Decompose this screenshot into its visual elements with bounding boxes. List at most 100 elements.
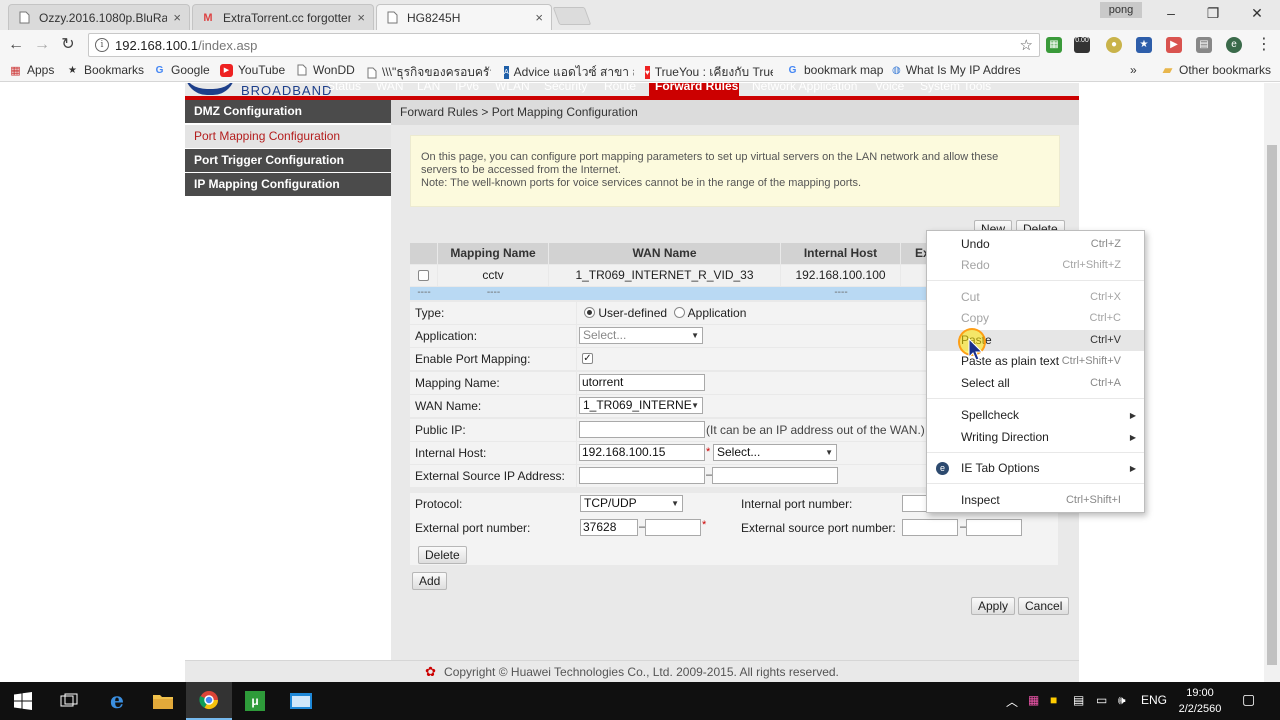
browser-tab[interactable]: Ozzy.2016.1080p.BluRay × <box>8 4 190 30</box>
task-view-icon[interactable] <box>46 682 92 720</box>
windows-start-icon[interactable] <box>0 682 46 720</box>
bookmark-map[interactable]: G bookmark map <box>786 63 884 77</box>
bookmark-advice[interactable]: A Advice แอดไวซ์ สาขา ส <box>504 63 634 82</box>
ext-source-port-start-input[interactable] <box>902 519 958 536</box>
close-icon[interactable]: × <box>357 10 365 25</box>
new-row-placeholder[interactable] <box>549 287 781 300</box>
menu-item-paste-plain[interactable]: Paste as plain text Ctrl+Shift+V <box>927 351 1144 372</box>
tray-app-icon[interactable]: ▤ <box>1073 693 1084 707</box>
ext-source-port-end-input[interactable] <box>966 519 1022 536</box>
app-window-icon[interactable] <box>278 682 324 720</box>
volume-icon[interactable]: 🕪 <box>1118 693 1126 708</box>
action-center-icon[interactable]: ▢ <box>1242 691 1255 708</box>
extension-icon[interactable]: ▶ <box>1166 37 1182 53</box>
menu-item-undo[interactable]: Undo Ctrl+Z <box>927 234 1144 255</box>
network-icon[interactable]: ▭ <box>1096 693 1107 707</box>
menu-item-redo[interactable]: Redo Ctrl+Shift+Z <box>927 255 1144 276</box>
input-language[interactable]: ENG <box>1141 693 1167 707</box>
info-icon[interactable]: i <box>95 38 109 52</box>
tray-notification-icon[interactable]: ■ <box>1050 693 1057 707</box>
back-arrow-icon[interactable]: ← <box>6 35 26 55</box>
extension-icon[interactable]: ▦ <box>1046 37 1062 53</box>
browser-tab[interactable]: M ExtraTorrent.cc forgotten × <box>192 4 374 30</box>
menu-item-cut[interactable]: Cut Ctrl+X <box>927 287 1144 308</box>
external-port-start-input[interactable]: 37628 <box>580 519 638 536</box>
menu-item-writing-direction[interactable]: Writing Direction ▶ <box>927 427 1144 448</box>
forward-arrow-icon[interactable]: → <box>32 35 52 55</box>
radio-application[interactable]: Application <box>674 306 746 320</box>
file-explorer-icon[interactable] <box>140 682 186 720</box>
add-port-button[interactable]: Add <box>412 572 448 590</box>
mapping-name-input[interactable]: utorrent <box>579 374 705 391</box>
topnav-wan[interactable]: WAN <box>376 83 404 93</box>
new-row-placeholder[interactable]: ---- <box>410 287 438 300</box>
cancel-button[interactable]: Cancel <box>1018 597 1070 615</box>
chrome-icon[interactable] <box>186 682 232 720</box>
address-bar[interactable]: i 192.168.100.1/index.asp ☆ <box>88 33 1040 57</box>
topnav-wlan[interactable]: WLAN <box>495 83 530 93</box>
new-row-placeholder[interactable]: ---- <box>438 287 549 300</box>
menu-item-select-all[interactable]: Select all Ctrl+A <box>927 373 1144 394</box>
bookmark-wondd[interactable]: WonDD <box>295 63 355 77</box>
public-ip-input[interactable] <box>579 421 705 438</box>
sidebar-item-dmz[interactable]: DMZ Configuration <box>185 100 391 123</box>
topnav-lan[interactable]: LAN <box>417 83 440 93</box>
menu-item-spellcheck[interactable]: Spellcheck ▶ <box>927 405 1144 426</box>
bookmark-what-is-my-ip[interactable]: ◍ What Is My IP Addres <box>892 63 1020 77</box>
extension-icon[interactable]: ● <box>1106 37 1122 53</box>
bookmark-google[interactable]: G Google <box>153 63 210 77</box>
internal-host-select[interactable]: Select... ▼ <box>713 444 837 461</box>
extension-icon[interactable]: ▤ <box>1196 37 1212 53</box>
extension-icon[interactable]: ★ <box>1136 37 1152 53</box>
topnav-forward-rules[interactable]: Forward Rules <box>655 83 738 93</box>
ext-source-ip-start-input[interactable] <box>579 467 705 484</box>
scrollbar-thumb[interactable] <box>1267 145 1277 665</box>
application-select[interactable]: Select... ▼ <box>579 327 703 344</box>
radio-button[interactable] <box>674 307 685 318</box>
minimize-icon[interactable]: – <box>1156 4 1186 22</box>
radio-user-defined[interactable]: User-defined <box>584 306 667 320</box>
topnav-system-tools[interactable]: System Tools <box>920 83 991 93</box>
bookmark-trueyou[interactable]: ♥ TrueYou : เคียงกับ True <box>645 63 773 82</box>
enable-checkbox[interactable]: ✓ <box>582 353 593 364</box>
sidebar-item-port-trigger[interactable]: Port Trigger Configuration <box>185 149 391 172</box>
bookmarks-overflow-icon[interactable]: » <box>1130 63 1137 77</box>
ext-source-ip-end-input[interactable] <box>712 467 838 484</box>
profile-button[interactable]: pong <box>1100 2 1142 18</box>
new-row-placeholder[interactable]: ---- <box>781 287 901 300</box>
close-icon[interactable]: × <box>173 10 181 25</box>
wan-name-select[interactable]: 1_TR069_INTERNE ▼ <box>579 397 703 414</box>
restore-icon[interactable]: ❐ <box>1198 4 1228 22</box>
topnav-network-application[interactable]: Network Application <box>752 83 857 93</box>
window-close-icon[interactable]: ✕ <box>1242 4 1272 22</box>
bookmark-apps[interactable]: ▦ Apps <box>9 63 54 77</box>
menu-item-copy[interactable]: Copy Ctrl+C <box>927 308 1144 329</box>
menu-item-inspect[interactable]: Inspect Ctrl+Shift+I <box>927 490 1144 511</box>
topnav-route[interactable]: Route <box>604 83 636 93</box>
menu-item-ie-tab-options[interactable]: e IE Tab Options ▶ <box>927 458 1144 479</box>
topnav-security[interactable]: Security <box>544 83 587 93</box>
topnav-status[interactable]: Status <box>327 83 361 93</box>
page-scrollbar[interactable] <box>1264 83 1280 682</box>
protocol-select[interactable]: TCP/UDP ▼ <box>580 495 683 512</box>
apply-button[interactable]: Apply <box>971 597 1016 615</box>
topnav-voice[interactable]: Voice <box>875 83 904 93</box>
topnav-ipv6[interactable]: IPv6 <box>455 83 479 93</box>
sidebar-item-ip-mapping[interactable]: IP Mapping Configuration <box>185 173 391 196</box>
checkbox[interactable] <box>418 270 429 282</box>
reload-icon[interactable]: ↻ <box>58 35 78 55</box>
tray-app-icon[interactable]: ▦ <box>1028 693 1039 707</box>
external-port-end-input[interactable] <box>645 519 701 536</box>
system-clock[interactable]: 19:00 2/2/2560 <box>1172 685 1228 717</box>
bookmark-star-icon[interactable]: ☆ <box>1020 36 1033 54</box>
utorrent-icon[interactable]: μ <box>232 682 278 720</box>
close-icon[interactable]: × <box>535 10 543 25</box>
edge-icon[interactable]: e <box>94 682 140 720</box>
extension-badge-icon[interactable]: 0.00 <box>1074 37 1090 53</box>
new-tab-button[interactable] <box>552 7 592 25</box>
show-hidden-icons-icon[interactable]: ︿ <box>1006 693 1018 710</box>
ie-tab-icon[interactable]: e <box>1226 37 1242 53</box>
menu-kebab-icon[interactable]: ⋮ <box>1254 35 1274 55</box>
bookmark-other[interactable]: ▰ Other bookmarks <box>1161 62 1272 77</box>
delete-port-button[interactable]: Delete <box>418 546 467 564</box>
